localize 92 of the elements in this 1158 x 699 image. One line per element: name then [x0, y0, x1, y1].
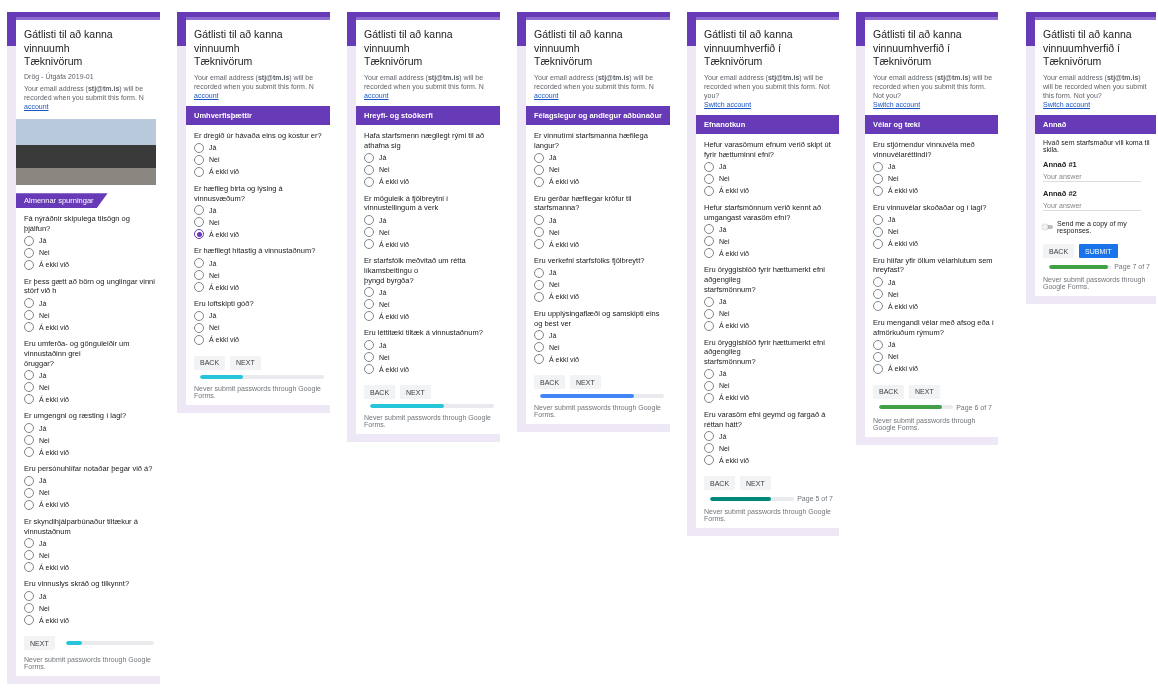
radio-button[interactable] — [534, 342, 544, 353]
radio-button[interactable] — [194, 217, 204, 228]
radio-button[interactable] — [873, 226, 883, 237]
radio-button[interactable] — [364, 340, 374, 351]
radio-button[interactable] — [364, 152, 374, 163]
radio-button[interactable] — [364, 239, 374, 250]
form-title: Gátlisti til að kanna vinnuumhverfið í Tæknivörum — [1043, 28, 1133, 69]
radio-button[interactable] — [194, 258, 204, 269]
form-title: Gátlisti til að kanna vinnuumhverfið í Tæknivörum — [873, 28, 963, 69]
radio-button[interactable] — [873, 173, 883, 184]
radio-button[interactable] — [704, 296, 714, 307]
radio-button[interactable] — [873, 161, 883, 172]
radio-button[interactable] — [364, 227, 374, 238]
radio-button[interactable] — [194, 154, 204, 165]
radio-button[interactable] — [534, 279, 544, 290]
radio-button[interactable] — [24, 550, 34, 561]
radio-button[interactable] — [704, 443, 714, 454]
radio-button[interactable] — [873, 185, 883, 196]
radio-button[interactable] — [873, 214, 883, 225]
radio-button[interactable] — [873, 277, 883, 288]
radio-button[interactable] — [704, 224, 714, 235]
radio-button[interactable] — [364, 164, 374, 175]
radio-button[interactable] — [24, 615, 34, 626]
radio-button[interactable] — [24, 235, 34, 246]
radio-button[interactable] — [873, 301, 883, 312]
radio-button[interactable] — [24, 382, 34, 393]
radio-button[interactable] — [364, 352, 374, 363]
radio-button[interactable] — [194, 282, 204, 293]
radio-button[interactable] — [534, 176, 544, 187]
radio-button[interactable] — [704, 248, 714, 259]
radio-button[interactable] — [24, 603, 34, 614]
radio-button[interactable] — [873, 363, 883, 374]
radio-button[interactable] — [873, 289, 883, 300]
radio-button[interactable] — [24, 447, 34, 458]
radio-button[interactable] — [24, 322, 34, 333]
radio-button[interactable] — [534, 239, 544, 250]
radio-button[interactable] — [24, 435, 34, 446]
radio-button[interactable] — [24, 591, 34, 602]
radio-button[interactable] — [364, 287, 374, 298]
form-title: Gátlisti til að kanna vinnuumh Tæknivörum — [364, 28, 454, 69]
radio-button[interactable] — [873, 339, 883, 350]
radio-button[interactable] — [704, 431, 714, 442]
radio-button[interactable] — [534, 291, 544, 302]
radio-button[interactable] — [24, 562, 34, 573]
radio-button[interactable] — [704, 392, 714, 403]
radio-button[interactable] — [534, 330, 544, 341]
radio-button[interactable] — [24, 310, 34, 321]
radio-button[interactable] — [24, 370, 34, 381]
radio-button[interactable] — [704, 380, 714, 391]
radio-button[interactable] — [194, 270, 204, 281]
radio-button[interactable] — [364, 299, 374, 310]
radio-button[interactable] — [24, 259, 34, 270]
form-title: Gátlisti til að kanna vinnuumh Tæknivörum — [534, 28, 624, 69]
radio-button[interactable] — [194, 205, 204, 216]
radio-button[interactable] — [194, 334, 204, 345]
radio-button[interactable] — [24, 423, 34, 434]
radio-button[interactable] — [534, 164, 544, 175]
radio-button[interactable] — [364, 215, 374, 226]
radio-button[interactable] — [704, 173, 714, 184]
radio-button[interactable] — [194, 322, 204, 333]
radio-button[interactable] — [534, 354, 544, 365]
radio-button[interactable] — [534, 227, 544, 238]
radio-button[interactable] — [24, 475, 34, 486]
radio-button[interactable] — [24, 487, 34, 498]
radio-button[interactable] — [534, 215, 544, 226]
toggle-switch[interactable] — [1043, 225, 1053, 230]
radio-button[interactable] — [194, 229, 204, 240]
radio-button[interactable] — [364, 364, 374, 375]
form-title: Gátlisti til að kanna vinnuumhverfið í Tæknivörum — [704, 28, 794, 69]
radio-button[interactable] — [873, 351, 883, 362]
radio-button[interactable] — [704, 320, 714, 331]
radio-button[interactable] — [704, 236, 714, 247]
radio-button[interactable] — [24, 538, 34, 549]
radio-button[interactable] — [704, 308, 714, 319]
radio-button[interactable] — [704, 368, 714, 379]
radio-button[interactable] — [534, 152, 544, 163]
form-title: Gátlisti til að kanna vinnuumh Tæknivörum — [24, 28, 114, 69]
radio-button[interactable] — [364, 176, 374, 187]
radio-button[interactable] — [194, 310, 204, 321]
radio-button[interactable] — [24, 298, 34, 309]
radio-button[interactable] — [704, 185, 714, 196]
radio-button[interactable] — [704, 455, 714, 466]
radio-button[interactable] — [534, 267, 544, 278]
radio-button[interactable] — [24, 247, 34, 258]
form-title: Gátlisti til að kanna vinnuumh Tæknivörum — [194, 28, 284, 69]
radio-button[interactable] — [194, 166, 204, 177]
radio-button[interactable] — [364, 311, 374, 322]
radio-button[interactable] — [24, 499, 34, 510]
radio-button[interactable] — [24, 394, 34, 405]
radio-button[interactable] — [194, 142, 204, 153]
radio-button[interactable] — [873, 238, 883, 249]
radio-button[interactable] — [704, 161, 714, 172]
